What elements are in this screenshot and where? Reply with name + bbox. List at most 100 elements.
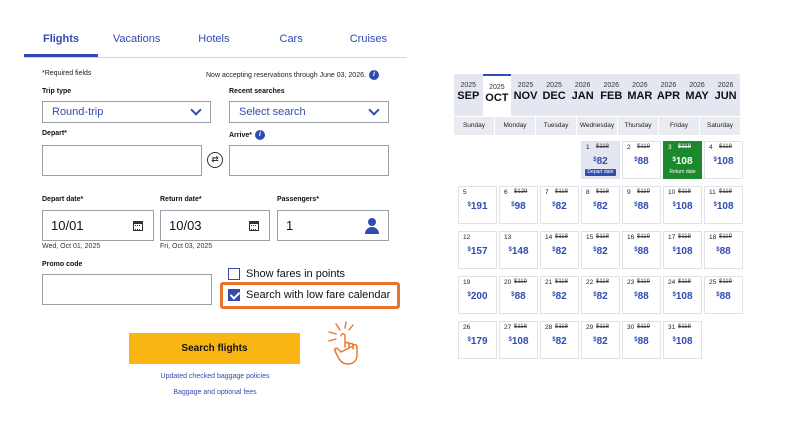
day-number: 30	[627, 324, 635, 331]
calendar-day-1[interactable]: 1 $118 $82 Depart date	[581, 141, 620, 179]
fare-price: $108	[664, 246, 701, 257]
depart-input[interactable]	[42, 145, 202, 176]
calendar-day-19[interactable]: 19 $200	[458, 276, 497, 314]
calendar-day-6[interactable]: 6 $129 $98	[499, 186, 538, 224]
calendar-day-18[interactable]: 18 $119 $88	[704, 231, 743, 269]
month-tab-dec-2025[interactable]: 2025 DEC	[540, 74, 569, 116]
month-year: 2026	[689, 82, 705, 89]
calendar-day-13[interactable]: 13 $148	[499, 231, 538, 269]
fare-price: $108	[705, 156, 742, 167]
promo-input[interactable]	[42, 274, 212, 305]
calendar-day-26[interactable]: 26 $179	[458, 321, 497, 359]
original-price: $118	[596, 234, 609, 240]
fare-price: $82	[541, 291, 578, 302]
month-tab-mar-2026[interactable]: 2026 MAR	[626, 74, 655, 116]
month-tab-sep-2025[interactable]: 2025 SEP	[454, 74, 483, 116]
calendar-day-29[interactable]: 29 $118 $82	[581, 321, 620, 359]
fare-price: $108	[664, 291, 701, 302]
return-date-tag: Return date	[669, 169, 696, 175]
calendar-icon[interactable]	[133, 221, 143, 231]
calendar-day-23[interactable]: 23 $119 $88	[622, 276, 661, 314]
day-number: 25	[709, 279, 717, 286]
calendar-day-2[interactable]: 2 $119 $88	[622, 141, 661, 179]
day-number: 7	[545, 189, 549, 196]
original-price: $118	[719, 189, 732, 195]
tab-vacations[interactable]: Vacations	[98, 26, 175, 57]
weekday-monday: Monday	[495, 117, 535, 135]
recent-searches-select[interactable]: Select search	[229, 101, 389, 123]
calendar-day-21[interactable]: 21 $118 $82	[540, 276, 579, 314]
fare-price: $179	[459, 336, 496, 347]
fare-amount: 191	[470, 201, 488, 212]
month-name: DEC	[542, 90, 566, 102]
return-date-sub: Fri, Oct 03, 2025	[160, 243, 213, 250]
month-tab-apr-2026[interactable]: 2026 APR	[654, 74, 683, 116]
calendar-day-15[interactable]: 15 $118 $82	[581, 231, 620, 269]
search-flights-button[interactable]: Search flights	[129, 333, 300, 364]
calendar-day-30[interactable]: 30 $119 $88	[622, 321, 661, 359]
original-price: $118	[678, 144, 691, 150]
month-name: SEP	[457, 90, 480, 102]
tab-cruises[interactable]: Cruises	[330, 26, 407, 57]
original-price: $119	[514, 279, 527, 285]
calendar-day-22[interactable]: 22 $118 $82	[581, 276, 620, 314]
tab-flights[interactable]: Flights	[24, 26, 98, 57]
calendar-day-14[interactable]: 14 $118 $82	[540, 231, 579, 269]
fare-price: $108	[664, 201, 701, 212]
calendar-day-8[interactable]: 8 $118 $82	[581, 186, 620, 224]
calendar-day-4[interactable]: 4 $118 $108	[704, 141, 743, 179]
show-points-label: Show fares in points	[246, 268, 346, 280]
tab-hotels[interactable]: Hotels	[175, 26, 252, 57]
depart-date-input[interactable]: 10/01	[42, 210, 154, 241]
month-tab-nov-2025[interactable]: 2025 NOV	[511, 74, 540, 116]
fare-amount: 200	[470, 291, 488, 302]
fare-price: $82	[541, 201, 578, 212]
baggage-fees-link[interactable]: Baggage and optional fees	[100, 389, 330, 396]
month-tab-feb-2026[interactable]: 2026 FEB	[597, 74, 626, 116]
month-tab-oct-2025[interactable]: 2025 OCT	[482, 74, 512, 116]
fare-amount: 82	[555, 336, 567, 347]
day-number: 6	[504, 189, 508, 196]
day-number: 22	[586, 279, 594, 286]
day-number: 29	[586, 324, 594, 331]
month-tab-jun-2026[interactable]: 2026 JUN	[711, 74, 740, 116]
original-price: $118	[596, 144, 609, 150]
calendar-day-10[interactable]: 10 $118 $108	[663, 186, 702, 224]
depart-date-label: Depart date*	[42, 196, 84, 203]
swap-icon[interactable]: ⇄	[207, 152, 223, 168]
return-date-input[interactable]: 10/03	[160, 210, 270, 241]
month-tab-may-2026[interactable]: 2026 MAY	[683, 74, 712, 116]
baggage-policies-link[interactable]: Updated checked baggage policies	[100, 373, 330, 380]
product-tabs: Flights Vacations Hotels Cars Cruises	[24, 26, 407, 58]
fare-amount: 82	[555, 246, 567, 257]
arrive-label: Arrive*	[229, 131, 252, 139]
calendar-day-12[interactable]: 12 $157	[458, 231, 497, 269]
calendar-day-25[interactable]: 25 $119 $88	[704, 276, 743, 314]
calendar-day-27[interactable]: 27 $118 $108	[499, 321, 538, 359]
calendar-day-3[interactable]: 3 $118 $108 Return date	[663, 141, 702, 179]
calendar-day-17[interactable]: 17 $118 $108	[663, 231, 702, 269]
calendar-day-16[interactable]: 16 $119 $88	[622, 231, 661, 269]
arrive-input[interactable]	[229, 145, 389, 176]
day-number: 4	[709, 144, 713, 151]
calendar-icon[interactable]	[249, 221, 259, 231]
info-icon[interactable]: i	[254, 130, 265, 140]
month-tab-jan-2026[interactable]: 2026 JAN	[568, 74, 597, 116]
return-date-label: Return date*	[160, 196, 202, 203]
calendar-day-9[interactable]: 9 $119 $88	[622, 186, 661, 224]
passengers-input[interactable]: 1	[277, 210, 389, 241]
fare-amount: 88	[719, 291, 731, 302]
calendar-day-31[interactable]: 31 $118 $108	[663, 321, 702, 359]
tab-cars[interactable]: Cars	[253, 26, 330, 57]
calendar-day-5[interactable]: 5 $191	[458, 186, 497, 224]
calendar-day-28[interactable]: 28 $118 $82	[540, 321, 579, 359]
calendar-day-7[interactable]: 7 $118 $82	[540, 186, 579, 224]
fare-price: $157	[459, 246, 496, 257]
calendar-day-24[interactable]: 24 $118 $108	[663, 276, 702, 314]
trip-type-select[interactable]: Round-trip	[42, 101, 211, 123]
calendar-day-11[interactable]: 11 $118 $108	[704, 186, 743, 224]
reservations-note: Now accepting reservations through June …	[206, 70, 379, 80]
calendar-day-20[interactable]: 20 $119 $88	[499, 276, 538, 314]
info-icon[interactable]: i	[368, 70, 379, 80]
show-points-checkbox[interactable]	[228, 268, 240, 280]
